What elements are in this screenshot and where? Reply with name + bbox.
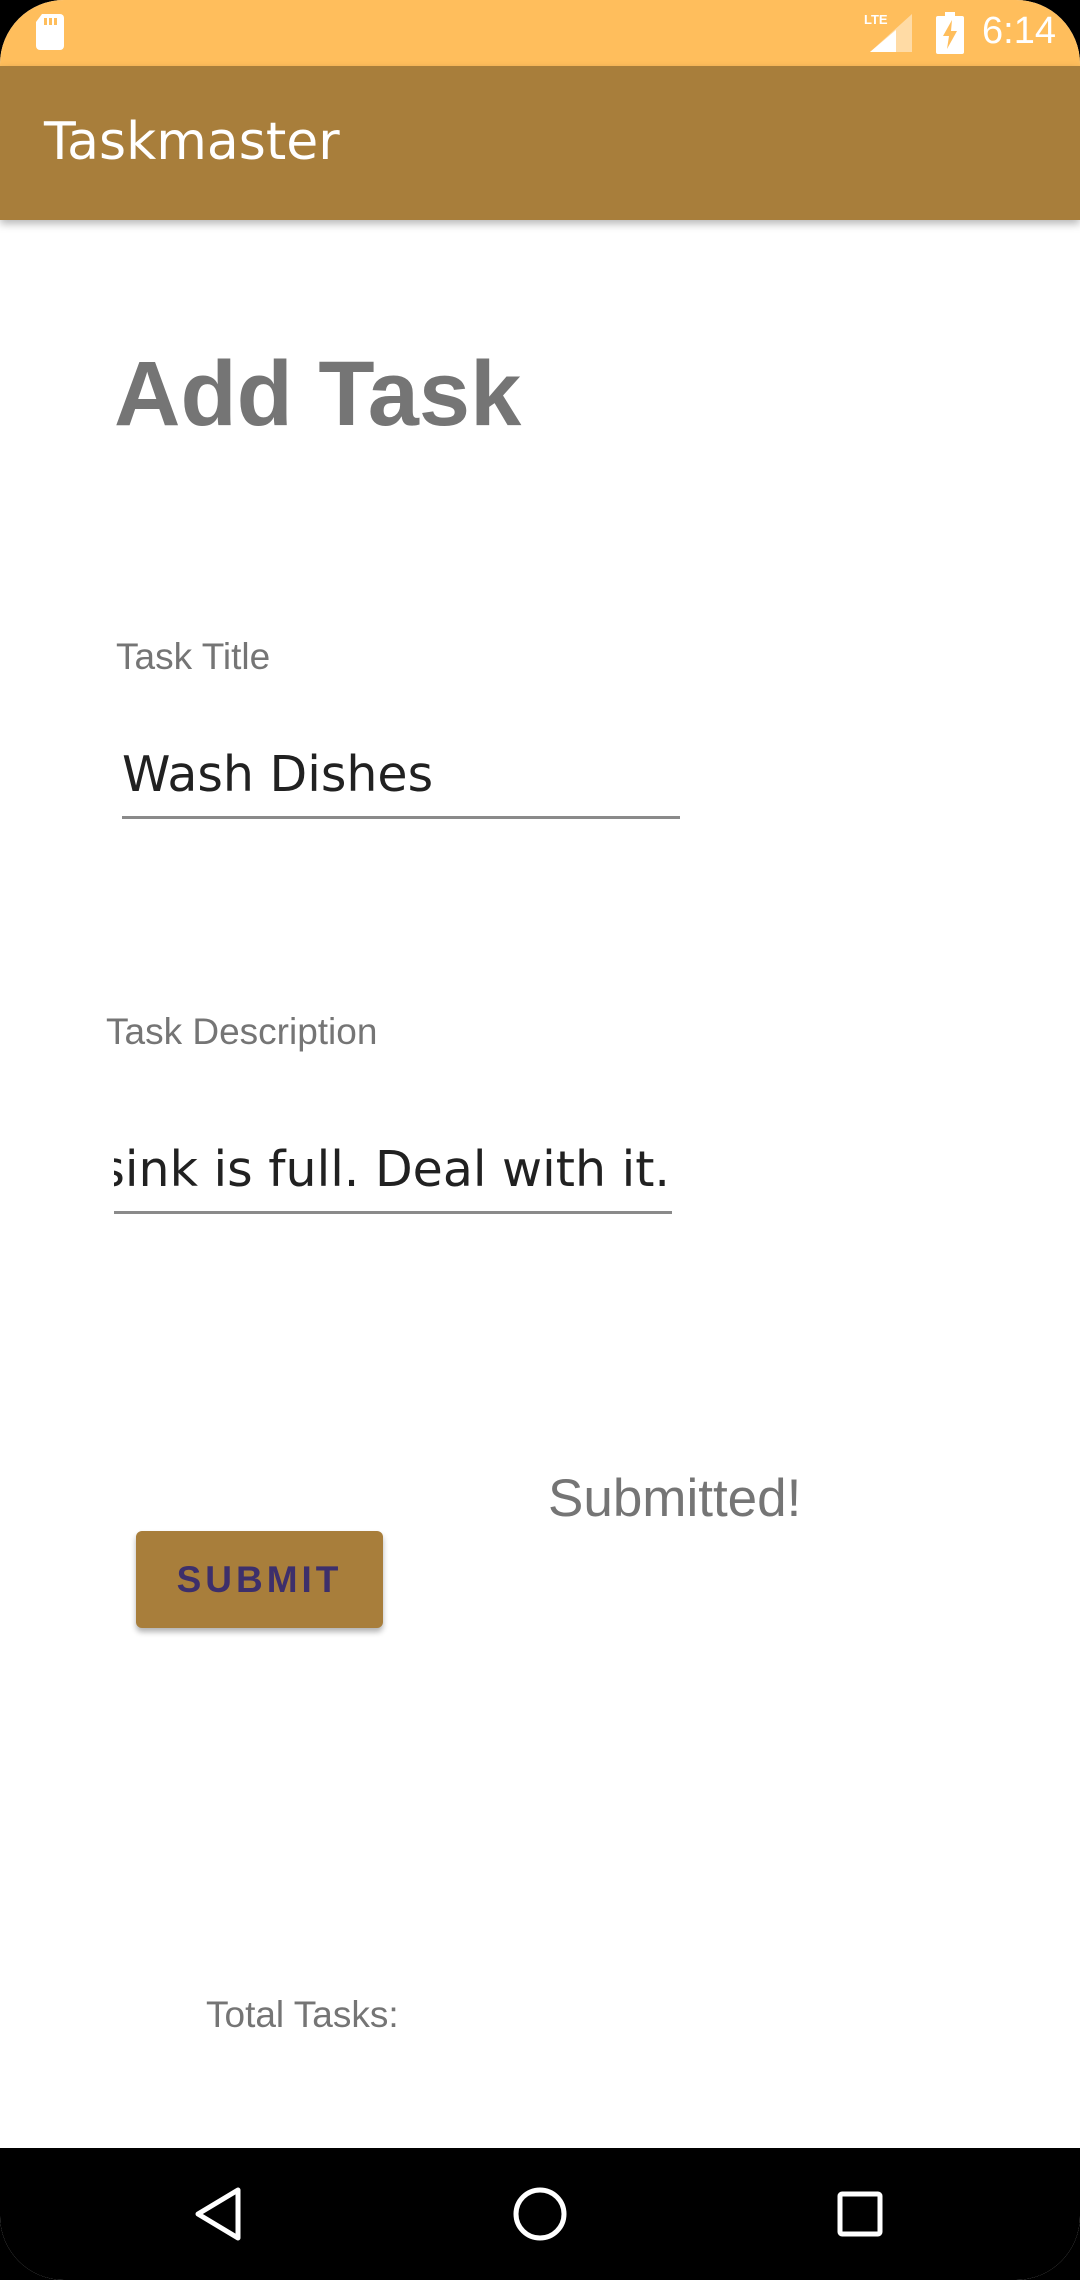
home-circle-icon[interactable] bbox=[504, 2178, 576, 2250]
lte-signal-icon: LTE bbox=[864, 12, 912, 52]
task-title-input[interactable]: Wash Dishes bbox=[122, 746, 680, 819]
task-title-value: Wash Dishes bbox=[122, 746, 434, 803]
page-title: Add Task bbox=[114, 343, 522, 445]
submitted-message: Submitted! bbox=[548, 1469, 802, 1528]
svg-text:LTE: LTE bbox=[864, 12, 888, 27]
status-bar: LTE 6:14 bbox=[0, 0, 1080, 66]
app-screen: LTE 6:14 Taskmaster Add Task Task Title … bbox=[0, 0, 1080, 2280]
app-bar: Taskmaster bbox=[0, 66, 1080, 220]
sd-card-icon bbox=[36, 14, 64, 50]
recents-square-icon[interactable] bbox=[824, 2178, 896, 2250]
app-title: Taskmaster bbox=[44, 112, 340, 172]
navigation-bar bbox=[0, 2148, 1080, 2280]
task-description-label: Task Description bbox=[106, 1011, 378, 1052]
battery-charging-icon bbox=[936, 12, 964, 54]
status-time: 6:14 bbox=[982, 10, 1056, 52]
total-tasks-label: Total Tasks: bbox=[206, 1994, 399, 2035]
task-description-value: ne sink is full. Deal with it. bbox=[114, 1141, 670, 1198]
back-triangle-icon[interactable] bbox=[184, 2178, 256, 2250]
submit-button[interactable]: SUBMIT bbox=[136, 1531, 383, 1628]
task-description-input[interactable]: ne sink is full. Deal with it. bbox=[114, 1141, 672, 1214]
task-title-label: Task Title bbox=[116, 636, 271, 677]
